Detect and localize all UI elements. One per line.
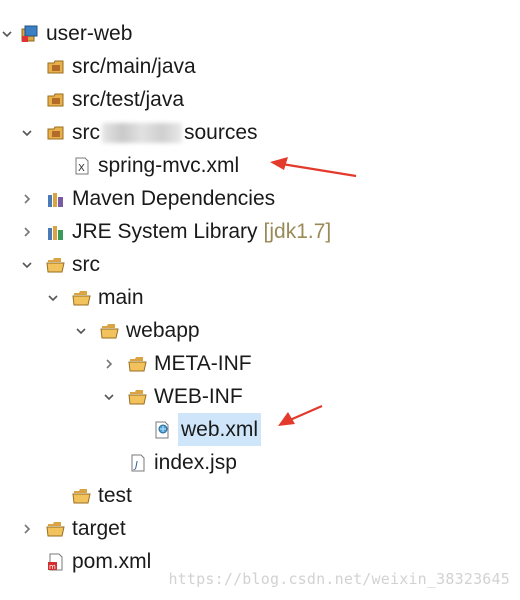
chevron-down-icon[interactable] — [20, 258, 34, 272]
tree-item-test[interactable]: test — [72, 479, 132, 512]
chevron-right-icon[interactable] — [20, 192, 34, 206]
maven-pom-icon: m — [46, 552, 66, 572]
library-icon — [46, 189, 66, 209]
tree-label-prefix: src — [72, 121, 100, 144]
redaction-blur — [102, 122, 182, 143]
tree-label: target — [72, 517, 126, 540]
chevron-right-icon[interactable] — [20, 522, 34, 536]
package-folder-icon — [46, 57, 66, 77]
chevron-down-icon[interactable] — [0, 27, 14, 41]
tree-item-target[interactable]: target — [20, 512, 126, 545]
folder-open-icon — [100, 321, 120, 341]
package-folder-icon — [46, 123, 66, 143]
tree-item-src-main-java[interactable]: src/main/java — [46, 50, 196, 83]
svg-text:X: X — [78, 163, 85, 174]
tree-item-index-jsp[interactable]: J index.jsp — [128, 446, 237, 479]
tree-label: META-INF — [154, 352, 252, 375]
tree-label: webapp — [126, 319, 200, 342]
tree-item-pom-xml[interactable]: m pom.xml — [46, 545, 151, 578]
chevron-right-icon[interactable] — [102, 357, 116, 371]
package-folder-icon — [46, 90, 66, 110]
tree-label-suffix: sources — [184, 121, 258, 144]
tree-item-web-xml[interactable]: web.xml — [152, 413, 262, 446]
chevron-down-icon[interactable] — [20, 126, 34, 140]
watermark-text: https://blog.csdn.net/weixin_38323645 — [168, 570, 510, 588]
jsp-file-icon: J — [128, 453, 148, 473]
folder-open-icon — [72, 288, 92, 308]
tree-item-main[interactable]: main — [46, 281, 144, 314]
tree-label: spring-mvc.xml — [98, 154, 240, 177]
tree-item-maven-dependencies[interactable]: Maven Dependencies — [20, 182, 275, 215]
tree-item-src-test-java[interactable]: src/test/java — [46, 83, 184, 116]
chevron-right-icon[interactable] — [20, 225, 34, 239]
folder-open-icon — [128, 354, 148, 374]
project-explorer-tree: user-web src/main/java src/test/java src… — [0, 0, 520, 600]
annotation-arrow-spring-mvc — [270, 157, 357, 178]
tree-label: main — [98, 286, 144, 309]
chevron-down-icon[interactable] — [46, 291, 60, 305]
chevron-down-icon[interactable] — [102, 390, 116, 404]
svg-text:m: m — [49, 563, 56, 571]
folder-open-icon — [128, 387, 148, 407]
tree-label: Maven Dependencies — [72, 187, 276, 210]
tree-item-web-inf[interactable]: WEB-INF — [102, 380, 243, 413]
tree-label: user-web — [46, 22, 133, 45]
project-icon — [20, 24, 40, 44]
tree-label: test — [98, 484, 132, 507]
tree-item-user-web[interactable]: user-web — [0, 17, 132, 50]
tree-label: JRE System Library — [72, 220, 258, 243]
folder-open-icon — [46, 519, 66, 539]
tree-label-selected: web.xml — [178, 413, 262, 446]
tree-label: src/main/java — [72, 55, 196, 78]
xml-file-icon: X — [72, 156, 92, 176]
folder-open-icon — [72, 486, 92, 506]
tree-item-jre-system-library[interactable]: JRE System Library [jdk1.7] — [20, 215, 331, 248]
web-xml-file-icon — [152, 420, 172, 440]
folder-open-icon — [46, 255, 66, 275]
tree-label: index.jsp — [154, 451, 237, 474]
chevron-down-icon[interactable] — [74, 324, 88, 338]
tree-item-src[interactable]: src — [20, 248, 100, 281]
tree-label: src/test/java — [72, 88, 185, 111]
library-icon — [46, 222, 66, 242]
tree-item-webapp[interactable]: webapp — [74, 314, 200, 347]
tree-label: WEB-INF — [154, 385, 243, 408]
annotation-arrow-web-xml — [278, 404, 323, 426]
tree-label: src — [72, 253, 100, 276]
tree-label: pom.xml — [72, 550, 152, 573]
tree-item-src-main-resources[interactable]: src sources — [20, 116, 258, 149]
jdk-version-decoration: [jdk1.7] — [263, 220, 332, 243]
tree-item-spring-mvc-xml[interactable]: X spring-mvc.xml — [72, 149, 239, 182]
tree-item-meta-inf[interactable]: META-INF — [102, 347, 252, 380]
